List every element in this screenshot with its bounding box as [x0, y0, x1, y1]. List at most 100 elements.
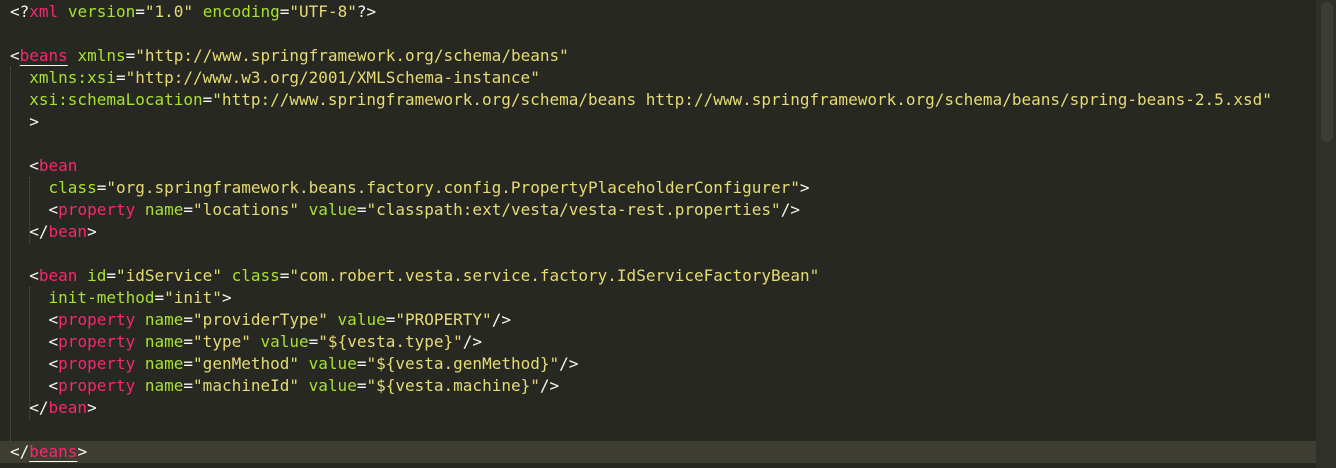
attribute-value: "classpath:ext/vesta/vesta-rest.properti… — [366, 200, 781, 219]
attribute-name: version — [67, 2, 136, 21]
tag-name: bean — [38, 266, 78, 285]
tag-name: bean — [38, 156, 78, 175]
attribute-name: name — [144, 310, 184, 329]
line-text: <property name="machineId" value="${vest… — [10, 375, 560, 397]
line-text: <property name="locations" value="classp… — [10, 199, 800, 221]
attribute-name: value — [308, 200, 357, 219]
line-text: xmlns:xsi="http://www.w3.org/2001/XMLSch… — [10, 67, 540, 89]
punctuation: < — [10, 46, 20, 65]
code-editor[interactable]: <?xml version="1.0" encoding="UTF-8"?> <b… — [0, 0, 1336, 468]
punctuation: > — [799, 178, 810, 197]
code-line[interactable]: <?xml version="1.0" encoding="UTF-8"?> — [0, 1, 1316, 23]
line-text: </beans> — [10, 441, 87, 463]
line-text: <?xml version="1.0" encoding="UTF-8"?> — [10, 1, 376, 23]
line-text: init-method="init"> — [10, 287, 232, 309]
punctuation: /> — [462, 332, 483, 351]
code-line[interactable]: <property name="locations" value="classp… — [0, 199, 1316, 221]
line-text: class="org.springframework.beans.factory… — [10, 177, 810, 199]
attribute-name: name — [144, 354, 184, 373]
tag-name: bean — [48, 222, 88, 241]
attribute-value: "UTF-8" — [289, 2, 357, 21]
punctuation: = — [183, 200, 194, 219]
code-line[interactable] — [0, 419, 1316, 441]
punctuation: > — [87, 222, 97, 241]
attribute-name: name — [144, 200, 184, 219]
code-line[interactable] — [0, 243, 1316, 265]
attribute-value: "providerType" — [193, 310, 328, 329]
tag-name: property — [58, 332, 136, 351]
attribute-name: value — [308, 376, 357, 395]
punctuation: </ — [10, 442, 30, 461]
code-line[interactable]: <beans xmlns="http://www.springframework… — [0, 45, 1316, 67]
code-line[interactable]: </bean> — [0, 221, 1316, 243]
scrollbar-thumb[interactable] — [1321, 2, 1333, 142]
punctuation: = — [154, 288, 165, 307]
punctuation: = — [135, 2, 145, 21]
punctuation: = — [279, 2, 290, 21]
code-line[interactable]: xsi:schemaLocation="http://www.springfra… — [0, 89, 1316, 111]
current-code-line[interactable]: </beans> — [0, 441, 1316, 463]
attribute-name: value — [308, 354, 357, 373]
punctuation: < — [29, 266, 39, 285]
punctuation: > — [221, 288, 232, 307]
tag-name: beans — [19, 46, 68, 65]
attribute-value: "locations" — [193, 200, 300, 219]
code-line[interactable]: class="org.springframework.beans.factory… — [0, 177, 1316, 199]
punctuation: /> — [491, 310, 511, 329]
attribute-value: "init" — [164, 288, 222, 307]
code-line[interactable]: <bean id="idService" class="com.robert.v… — [0, 265, 1316, 287]
code-line[interactable]: init-method="init"> — [0, 287, 1316, 309]
punctuation: < — [48, 354, 59, 373]
punctuation: /> — [559, 354, 579, 373]
attribute-name: xsi:schemaLocation — [29, 90, 203, 109]
code-line[interactable]: </bean> — [0, 397, 1316, 419]
line-text: <property name="type" value="${vesta.typ… — [10, 331, 483, 353]
punctuation: = — [279, 266, 290, 285]
line-text: <bean id="idService" class="com.robert.v… — [10, 265, 819, 287]
attribute-name: xmlns — [77, 46, 126, 65]
vertical-scrollbar[interactable] — [1316, 0, 1336, 468]
code-line[interactable]: <property name="genMethod" value="${vest… — [0, 353, 1316, 375]
code-line[interactable]: <property name="machineId" value="${vest… — [0, 375, 1316, 397]
code-line[interactable]: <property name="providerType" value="PRO… — [0, 309, 1316, 331]
indent-guide — [29, 287, 30, 419]
attribute-value: "http://www.springframework.org/schema/b… — [212, 90, 1272, 109]
code-line[interactable]: <bean — [0, 155, 1316, 177]
line-text: <property name="providerType" value="PRO… — [10, 309, 511, 331]
punctuation: /> — [780, 200, 800, 219]
code-line[interactable] — [0, 23, 1316, 45]
tag-name: xml — [29, 2, 59, 21]
attribute-value: "${vesta.genMethod}" — [366, 354, 560, 373]
punctuation: = — [385, 310, 396, 329]
attribute-value: "http://www.springframework.org/schema/b… — [135, 46, 569, 65]
line-text: > — [10, 111, 39, 133]
code-line[interactable]: xmlns:xsi="http://www.w3.org/2001/XMLSch… — [0, 67, 1316, 89]
punctuation: < — [48, 200, 59, 219]
attribute-name: encoding — [202, 2, 280, 21]
code-line[interactable]: <property name="type" value="${vesta.typ… — [0, 331, 1316, 353]
code-line[interactable]: > — [0, 111, 1316, 133]
code-line[interactable] — [0, 133, 1316, 155]
punctuation: = — [183, 376, 194, 395]
line-text: <bean — [10, 155, 77, 177]
attribute-value: "type" — [193, 332, 251, 351]
tag-name: property — [58, 354, 136, 373]
punctuation: > — [77, 442, 88, 461]
